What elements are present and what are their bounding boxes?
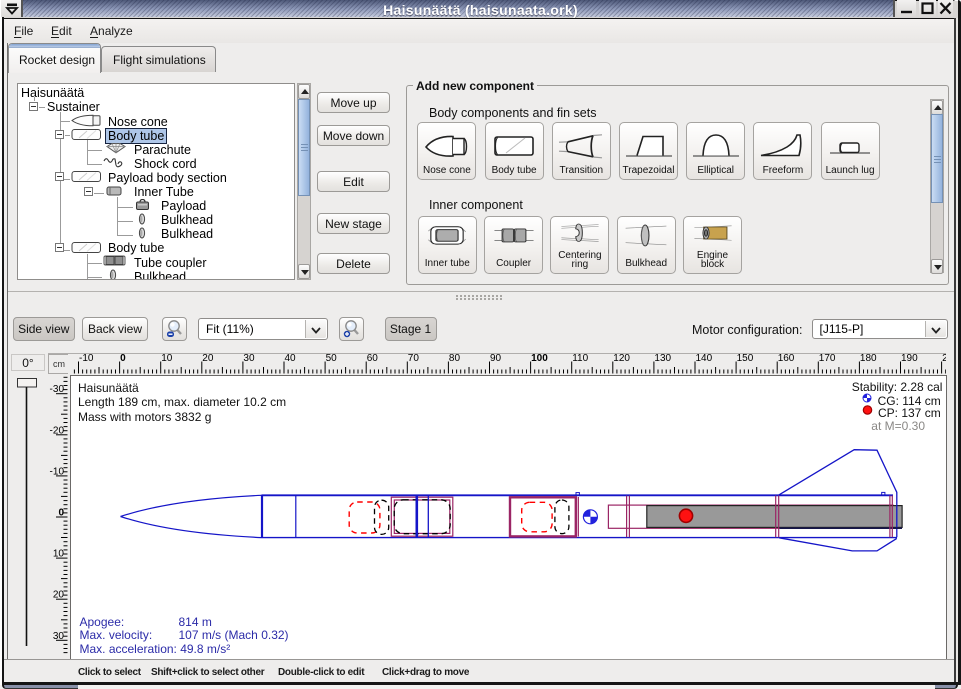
svg-text:150: 150 bbox=[737, 354, 754, 364]
svg-text:80: 80 bbox=[449, 354, 461, 364]
svg-text:160: 160 bbox=[778, 354, 795, 364]
svg-text:0: 0 bbox=[120, 354, 126, 364]
svg-text:200: 200 bbox=[942, 354, 946, 364]
svg-text:190: 190 bbox=[901, 354, 918, 364]
svg-text:90: 90 bbox=[490, 354, 502, 364]
svg-text:-10: -10 bbox=[79, 354, 94, 364]
svg-text:30: 30 bbox=[53, 631, 65, 642]
svg-text:130: 130 bbox=[654, 354, 671, 364]
svg-text:20: 20 bbox=[202, 354, 214, 364]
svg-text:120: 120 bbox=[613, 354, 630, 364]
svg-text:140: 140 bbox=[696, 354, 713, 364]
svg-text:50: 50 bbox=[326, 354, 338, 364]
svg-text:30: 30 bbox=[243, 354, 255, 364]
svg-text:100: 100 bbox=[531, 354, 548, 364]
svg-text:170: 170 bbox=[819, 354, 836, 364]
svg-text:20: 20 bbox=[53, 590, 65, 601]
svg-text:-20: -20 bbox=[50, 425, 65, 436]
svg-text:10: 10 bbox=[53, 549, 65, 560]
svg-text:110: 110 bbox=[572, 354, 588, 364]
svg-text:40: 40 bbox=[285, 354, 297, 364]
svg-text:-30: -30 bbox=[50, 384, 65, 395]
svg-text:60: 60 bbox=[367, 354, 379, 364]
svg-text:70: 70 bbox=[408, 354, 420, 364]
svg-text:0: 0 bbox=[58, 508, 64, 519]
svg-text:180: 180 bbox=[860, 354, 877, 364]
svg-text:-10: -10 bbox=[50, 466, 65, 477]
svg-text:10: 10 bbox=[161, 354, 173, 364]
